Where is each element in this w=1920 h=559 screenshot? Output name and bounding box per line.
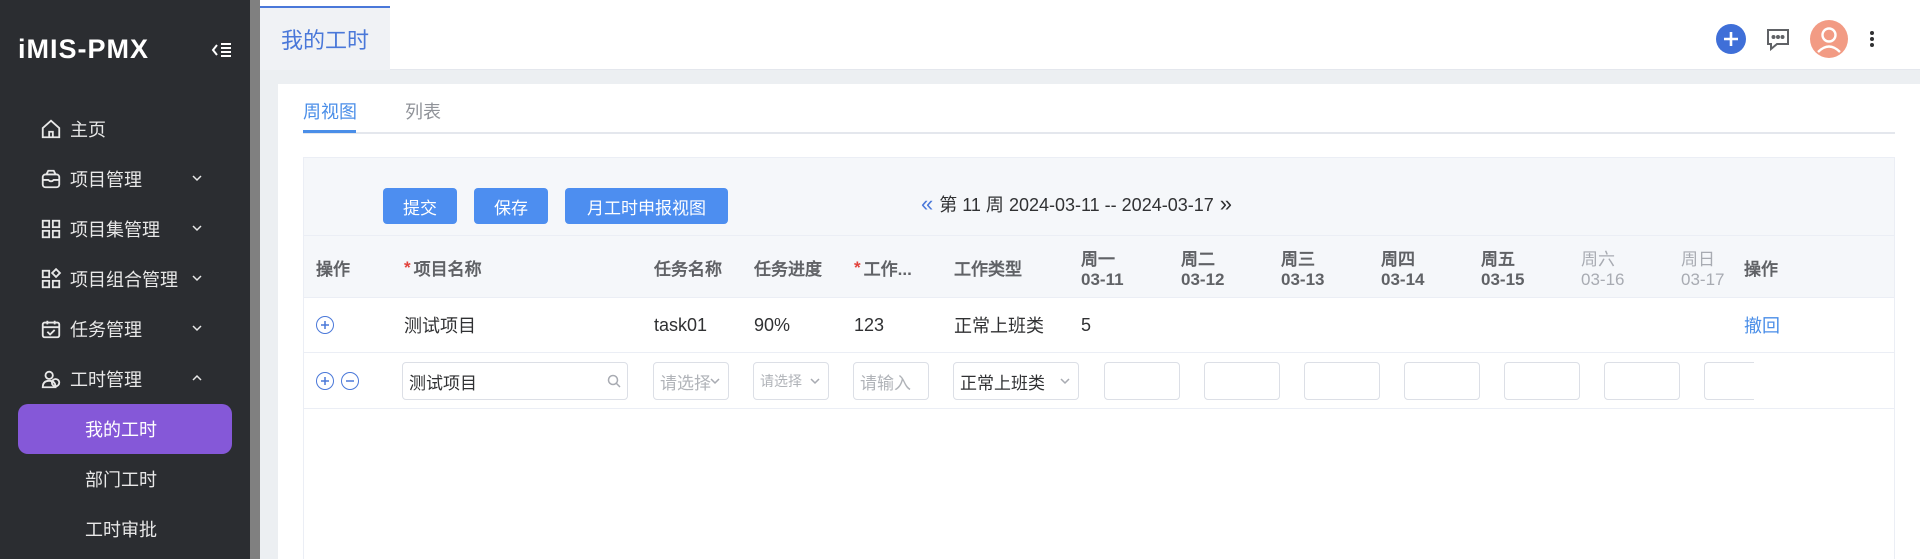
sidebar-item-task-management[interactable]: 任务管理: [0, 304, 250, 354]
column-header-thu: 周四 03-14: [1381, 250, 1425, 289]
sidebar-item-program-management[interactable]: 项目集管理: [0, 204, 250, 254]
chevron-down-icon: [810, 378, 820, 385]
column-header-action: 操作: [316, 260, 350, 279]
column-header-fri: 周五 03-15: [1481, 250, 1525, 289]
monthly-view-button[interactable]: 月工时申报视图: [565, 188, 728, 224]
calendar-check-icon: [40, 318, 62, 340]
grid-icon: [40, 218, 62, 240]
column-header-task: 任务名称: [654, 260, 722, 279]
chevron-down-icon: [710, 378, 720, 385]
row-actions: [316, 353, 366, 408]
home-icon: [40, 118, 62, 140]
add-icon[interactable]: [1716, 24, 1746, 59]
sidebar-item-label: 项目集管理: [70, 220, 160, 240]
more-vertical-icon[interactable]: [1866, 27, 1878, 56]
top-header: 我的工时: [260, 0, 1920, 70]
sidebar: iMIS-PMX 主页 项目管理 项目集管理 项目组合管理 任务管理 工时管理 …: [0, 0, 250, 559]
mon-hours-input[interactable]: [1104, 362, 1180, 400]
tab-my-timesheet[interactable]: 我的工时: [260, 6, 390, 70]
column-header-tue: 周二 03-12: [1181, 250, 1225, 289]
column-header-mon: 周一 03-11: [1081, 250, 1124, 289]
sidebar-subitem-timesheet-approval[interactable]: 工时审批: [0, 504, 250, 554]
cell-project: 测试项目: [404, 316, 476, 336]
sidebar-item-project-management[interactable]: 项目管理: [0, 154, 250, 204]
add-row-icon[interactable]: [316, 371, 334, 390]
apps-icon: [40, 268, 62, 290]
next-week-icon[interactable]: »: [1220, 191, 1232, 217]
chevron-down-icon: [192, 175, 202, 182]
table-header: 操作 * 项目名称 任务名称 任务进度 * 工作... 工作类型 周一 03-11 周…: [304, 235, 1894, 298]
sidebar-nav: 主页 项目管理 项目集管理 项目组合管理 任务管理 工时管理 我的工时 部门工时…: [0, 104, 250, 554]
tue-hours-input[interactable]: [1204, 362, 1280, 400]
cell-work: 123: [854, 314, 885, 335]
work-type-select[interactable]: 正常上班类: [953, 362, 1079, 400]
table-empty-area: [304, 409, 1894, 559]
week-navigator: « 第 11 周 2024-03-11 -- 2024-03-17 »: [921, 186, 1232, 222]
sidebar-item-label: 项目管理: [70, 170, 142, 190]
sun-hours-input[interactable]: [1704, 362, 1754, 400]
project-select[interactable]: 测试项目: [402, 362, 628, 400]
chevron-down-icon: [192, 325, 202, 332]
cell-mon-hours: 5: [1081, 314, 1092, 335]
remove-row-icon[interactable]: [341, 371, 359, 390]
header-actions: [1698, 20, 1878, 63]
row-actions: [316, 298, 341, 352]
column-header-action-end: 操作: [1744, 260, 1778, 279]
sidebar-item-label: 项目组合管理: [70, 270, 178, 290]
week-label: 第 11 周 2024-03-11 -- 2024-03-17: [939, 195, 1214, 215]
collapse-sidebar-icon[interactable]: [210, 38, 234, 62]
column-header-wed: 周三 03-13: [1281, 250, 1325, 289]
column-header-progress: 任务进度: [754, 260, 822, 279]
sidebar-item-home[interactable]: 主页: [0, 104, 250, 154]
prev-week-icon[interactable]: «: [921, 191, 933, 217]
table-row-edit: 测试项目 请选择 请选择 请输入 正常上班类: [304, 353, 1894, 409]
sidebar-subitem-my-timesheet[interactable]: 我的工时: [18, 404, 232, 454]
people-icon: [40, 368, 62, 390]
sidebar-item-label: 工时管理: [70, 370, 142, 390]
avatar[interactable]: [1810, 20, 1848, 63]
withdraw-link[interactable]: 撤回: [1744, 298, 1780, 352]
active-tab-indicator: [303, 130, 356, 133]
table-row: 测试项目 task01 90% 123 正常上班类 5 撤回: [304, 298, 1894, 353]
sidebar-scrollbar[interactable]: [250, 0, 260, 559]
cell-progress: 90%: [754, 314, 791, 335]
chevron-up-icon: [192, 374, 202, 381]
message-icon[interactable]: [1764, 25, 1792, 58]
column-header-sat: 周六 03-16: [1581, 250, 1625, 289]
add-row-icon[interactable]: [316, 316, 334, 334]
column-header-work: * 工作...: [854, 257, 912, 280]
column-header-project: * 项目名称: [404, 257, 482, 280]
box-icon: [40, 168, 62, 190]
chevron-down-icon: [1060, 378, 1070, 385]
chevron-down-icon: [192, 275, 202, 282]
app-logo: iMIS-PMX: [18, 34, 150, 64]
sat-hours-input[interactable]: [1604, 362, 1680, 400]
submit-button[interactable]: 提交: [383, 188, 457, 224]
task-select[interactable]: 请选择: [653, 362, 729, 400]
cell-task: task01: [654, 314, 708, 335]
save-button[interactable]: 保存: [474, 188, 548, 224]
sidebar-subitem-department-timesheet[interactable]: 部门工时: [0, 454, 250, 504]
tab-week-view[interactable]: 周视图: [303, 98, 357, 124]
fri-hours-input[interactable]: [1504, 362, 1580, 400]
wed-hours-input[interactable]: [1304, 362, 1380, 400]
sidebar-item-portfolio-management[interactable]: 项目组合管理: [0, 254, 250, 304]
column-header-work-type: 工作类型: [954, 260, 1022, 279]
chevron-down-icon: [192, 225, 202, 232]
search-icon: [607, 374, 621, 388]
thu-hours-input[interactable]: [1404, 362, 1480, 400]
column-header-sun: 周日 03-17: [1681, 250, 1725, 289]
sidebar-item-label: 任务管理: [70, 320, 142, 340]
content-card: 周视图 列表 提交 保存 月工时申报视图 « 第 11 周 2024-03-11…: [278, 84, 1920, 559]
sidebar-item-label: 主页: [70, 120, 106, 140]
progress-select[interactable]: 请选择: [753, 362, 829, 400]
work-input[interactable]: 请输入: [853, 362, 929, 400]
sidebar-item-timesheet-management[interactable]: 工时管理: [0, 354, 250, 404]
view-tabs: 周视图 列表: [303, 84, 1895, 134]
cell-work-type: 正常上班类: [954, 316, 1044, 336]
tab-list-view[interactable]: 列表: [405, 98, 441, 124]
